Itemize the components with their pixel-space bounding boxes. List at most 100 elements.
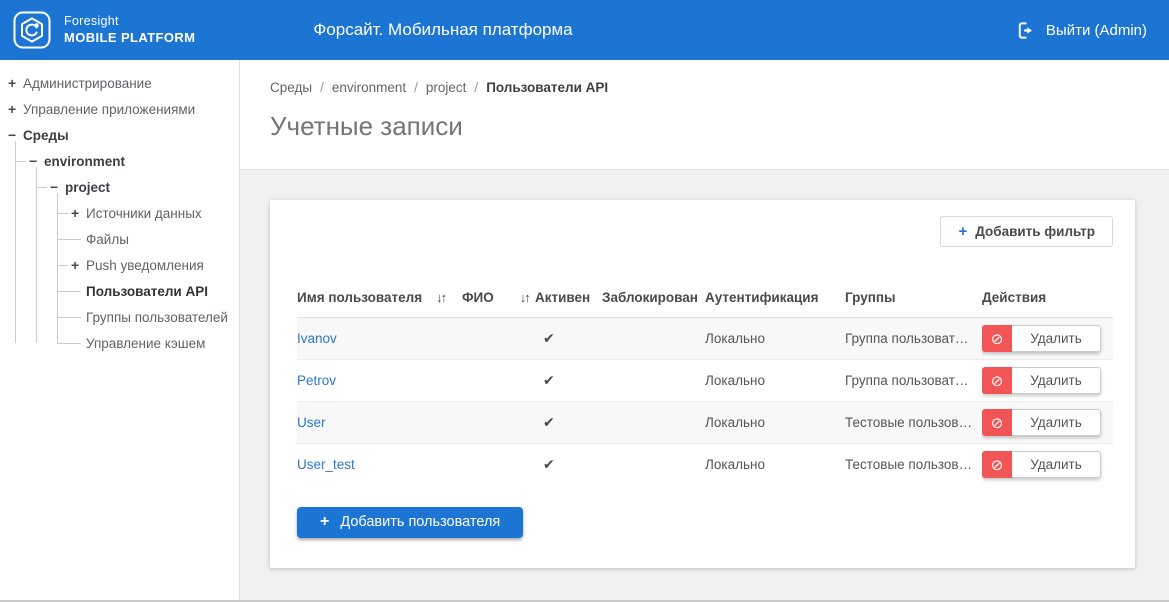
delete-button-label: Удалить [1012,367,1101,394]
add-user-button[interactable]: + Добавить пользователя [297,507,523,538]
expand-plus-icon[interactable]: + [8,75,22,91]
app-window: Foresight MOBILE PLATFORM Форсайт. Мобил… [0,0,1169,602]
sidebar-item-label: Файлы [85,232,129,247]
breadcrumb: Среды / environment / project / Пользова… [270,80,1139,95]
username-link[interactable]: User_test [297,457,355,472]
column-header-auth: Аутентификация [705,290,845,318]
auth-cell: Локально [705,318,845,360]
fio-cell [462,318,535,360]
username-link[interactable]: Petrov [297,373,336,388]
sidebar-item-app-management[interactable]: + Управление приложениями [8,96,239,122]
table-row: Ivanov ✔ Локально Группа пользоват… ⊘ Уд… [297,318,1113,360]
card-toolbar: + Добавить фильтр [297,216,1113,247]
foresight-logo-icon [12,10,52,50]
breadcrumb-environment[interactable]: environment [332,80,406,95]
blocked-cell [602,444,705,486]
breadcrumb-separator: / [466,80,486,95]
delete-user-button[interactable]: ⊘ Удалить [982,451,1101,478]
expand-plus-icon[interactable]: + [8,101,22,117]
breadcrumb-separator: / [312,80,332,95]
card-footer: + Добавить пользователя [297,507,1113,538]
table-row: User ✔ Локально Тестовые пользов… ⊘ Удал… [297,402,1113,444]
sign-out-icon [1017,21,1036,40]
sidebar-item-label: project [64,180,110,195]
add-filter-button[interactable]: + Добавить фильтр [940,216,1113,247]
breadcrumb-environments[interactable]: Среды [270,80,312,95]
expand-plus-icon[interactable]: + [71,205,85,221]
fio-cell [462,402,535,444]
plus-icon: + [958,224,967,239]
sidebar-nav: + Администрирование + Управление приложе… [0,60,240,600]
sort-icon[interactable]: ↓↑ [436,290,445,305]
breadcrumb-project[interactable]: project [426,80,467,95]
sidebar-item-environment[interactable]: − environment [15,148,239,174]
sidebar-item-project[interactable]: − project [36,174,239,200]
sort-icon[interactable]: ↓↑ [520,290,529,305]
users-card: + Добавить фильтр Имя пользоват [270,200,1135,568]
sidebar-item-cache-management[interactable]: Управление кэшем [57,330,239,356]
breadcrumb-api-users: Пользователи API [486,80,608,95]
page-title: Учетные записи [270,111,1139,142]
plus-icon: + [320,514,329,530]
username-link[interactable]: User [297,415,326,430]
logout-button[interactable]: Выйти (Admin) [1017,21,1147,40]
ban-icon: ⊘ [982,367,1012,394]
groups-cell: Группа пользоват… [845,360,982,402]
sidebar-item-user-groups[interactable]: Группы пользователей [57,304,239,330]
table-row: Petrov ✔ Локально Группа пользоват… ⊘ Уд… [297,360,1113,402]
main-content: Среды / environment / project / Пользова… [240,60,1169,600]
table-header-row: Имя пользователя↓↑ ФИО↓↑ Активен Заблоки… [297,290,1113,318]
auth-cell: Локально [705,360,845,402]
environments-children: − environment − project + Источники данн… [15,148,239,356]
environment-children: − project + Источники данных Файлы [36,174,239,356]
sidebar-item-label: Пользователи API [85,284,208,299]
add-filter-label: Добавить фильтр [975,224,1095,239]
delete-user-button[interactable]: ⊘ Удалить [982,325,1101,352]
sidebar-item-api-users[interactable]: Пользователи API [57,278,239,304]
column-header-fio: ФИО ↓↑ [462,290,535,318]
app-logo[interactable]: Foresight MOBILE PLATFORM [12,10,195,50]
sidebar-item-label: Администрирование [22,76,152,91]
check-icon: ✔ [535,330,555,347]
sidebar-item-environments[interactable]: − Среды [8,122,239,148]
auth-cell: Локально [705,444,845,486]
column-header-label: ФИО [462,290,494,305]
expand-plus-icon[interactable]: + [71,257,85,273]
sidebar-item-label: Push уведомления [85,258,204,273]
delete-button-label: Удалить [1012,325,1101,352]
column-header-username: Имя пользователя ↓↑ [297,290,462,318]
username-link[interactable]: Ivanov [297,331,337,346]
top-header: Foresight MOBILE PLATFORM Форсайт. Мобил… [0,0,1169,60]
ban-icon: ⊘ [982,409,1012,436]
blocked-cell [602,318,705,360]
fio-cell [462,360,535,402]
logout-label: Выйти (Admin) [1046,22,1147,39]
nav-tree: + Администрирование + Управление приложе… [8,70,239,356]
logo-line1: Foresight [64,14,195,30]
column-header-groups: Группы [845,290,982,318]
project-children: + Источники данных Файлы + Push уведомле… [57,200,239,356]
column-header-blocked: Заблокирован [602,290,705,318]
check-icon: ✔ [535,372,555,389]
delete-button-label: Удалить [1012,451,1101,478]
logo-text: Foresight MOBILE PLATFORM [64,14,195,46]
content-body: + Добавить фильтр Имя пользоват [240,170,1169,600]
groups-cell: Тестовые пользов… [845,402,982,444]
sidebar-item-label: Управление кэшем [85,336,205,351]
sidebar-item-push-notifications[interactable]: + Push уведомления [57,252,239,278]
check-icon: ✔ [535,456,555,473]
delete-user-button[interactable]: ⊘ Удалить [982,409,1101,436]
add-user-label: Добавить пользователя [340,514,500,530]
sidebar-item-files[interactable]: Файлы [57,226,239,252]
sidebar-item-administration[interactable]: + Администрирование [8,70,239,96]
column-header-actions: Действия [982,290,1113,318]
blocked-cell [602,360,705,402]
delete-user-button[interactable]: ⊘ Удалить [982,367,1101,394]
ban-icon: ⊘ [982,451,1012,478]
users-table: Имя пользователя↓↑ ФИО↓↑ Активен Заблоки… [297,290,1113,486]
check-icon: ✔ [535,414,555,431]
column-header-label: Имя пользователя [297,290,422,305]
fio-cell [462,444,535,486]
sidebar-item-data-sources[interactable]: + Источники данных [57,200,239,226]
groups-cell: Тестовые пользов… [845,444,982,486]
